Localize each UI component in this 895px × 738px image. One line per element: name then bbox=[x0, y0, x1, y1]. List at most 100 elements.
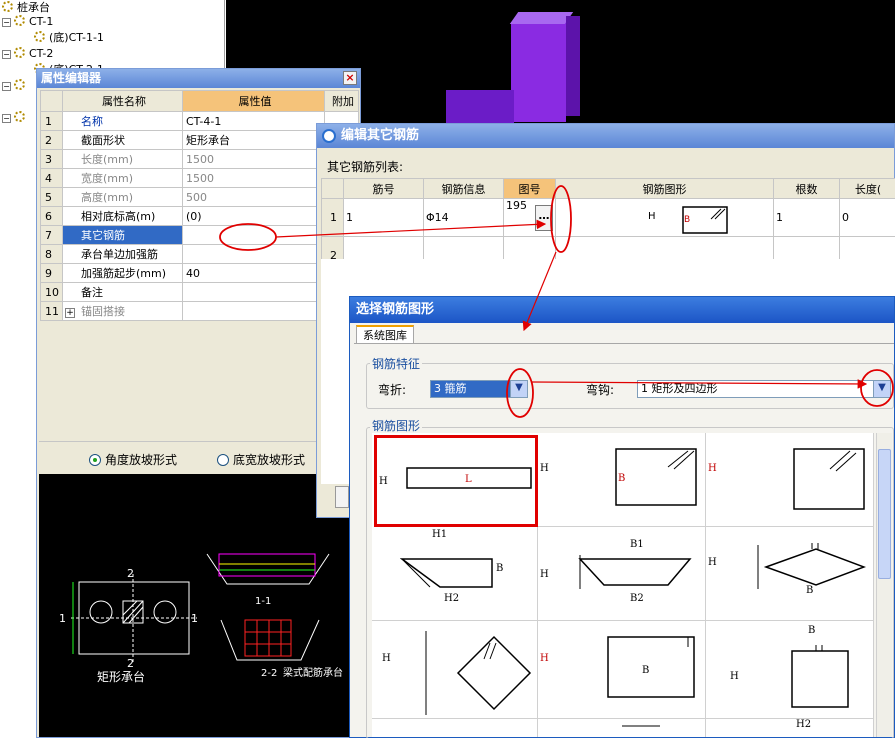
property-value[interactable] bbox=[182, 225, 325, 245]
table-row[interactable]: 1 名称 CT-4-1 bbox=[40, 111, 359, 131]
shape-option-1[interactable]: H L bbox=[374, 435, 538, 527]
hook-select[interactable]: 1 矩形及四边形 ▼ bbox=[637, 380, 891, 398]
drawing-label-beam: 梁式配筋承台 bbox=[283, 666, 343, 679]
component-icon bbox=[14, 79, 25, 90]
collapse-icon[interactable]: − bbox=[2, 82, 11, 91]
shape-option-2[interactable]: H B bbox=[538, 433, 706, 527]
property-name: 相对底标高(m) bbox=[62, 206, 183, 226]
property-name: 名称 bbox=[62, 111, 183, 131]
radio-bottom-width-slope[interactable]: 底宽放坡形式 bbox=[217, 451, 305, 468]
property-editor-titlebar[interactable]: 属性编辑器 × bbox=[37, 69, 360, 88]
property-value[interactable] bbox=[182, 282, 325, 302]
length-cell[interactable]: 0 bbox=[839, 198, 895, 237]
fig-no-cell[interactable]: 195 … bbox=[503, 198, 556, 237]
property-value[interactable] bbox=[182, 244, 325, 264]
app-icon bbox=[322, 129, 336, 143]
bend-select[interactable]: 3 箍筋 ▼ bbox=[430, 380, 528, 398]
table-row-selected[interactable]: 7 其它钢筋 bbox=[40, 225, 359, 245]
dimension-line-icon bbox=[622, 725, 660, 727]
chevron-down-icon[interactable]: ▼ bbox=[510, 381, 527, 397]
radio-unchecked-icon bbox=[217, 454, 229, 466]
section-mark: 2 bbox=[127, 567, 134, 580]
shape-option-7[interactable]: H bbox=[372, 621, 538, 719]
shape-grid-scrollbar[interactable] bbox=[876, 433, 892, 737]
component-icon bbox=[14, 15, 25, 26]
row-number-header bbox=[40, 90, 63, 112]
table-row[interactable]: 4 宽度(mm) 1500 bbox=[40, 168, 359, 188]
col-header-info[interactable]: 钢筋信息 bbox=[423, 178, 504, 199]
table-row[interactable]: 3 长度(mm) 1500 bbox=[40, 149, 359, 169]
col-header-bar-no[interactable]: 筋号 bbox=[343, 178, 424, 199]
bar-no-cell[interactable]: 1 bbox=[343, 198, 424, 237]
tree-item-ct1[interactable]: − CT-1 bbox=[2, 14, 53, 30]
table-row[interactable]: 8 承台单边加强筋 bbox=[40, 244, 359, 264]
property-value[interactable]: (0) bbox=[182, 206, 325, 226]
table-row[interactable]: 6 相对底标高(m) (0) bbox=[40, 206, 359, 226]
property-name: 加强筋起步(mm) bbox=[62, 263, 183, 283]
tree-item-hidden[interactable]: − bbox=[2, 110, 29, 126]
property-name: 高度(mm) bbox=[62, 187, 183, 207]
tree-item-ct2[interactable]: − CT-2 bbox=[2, 46, 53, 62]
col-header-fig-no[interactable]: 图号 bbox=[503, 178, 556, 199]
table-row[interactable]: 10 备注 bbox=[40, 282, 359, 302]
property-value[interactable]: 500 bbox=[182, 187, 325, 207]
col-header-length[interactable]: 长度( bbox=[839, 178, 895, 199]
component-icon bbox=[2, 1, 13, 12]
table-row[interactable]: 2 截面形状 矩形承台 bbox=[40, 130, 359, 150]
stirrup-square-icon bbox=[793, 448, 865, 510]
expand-icon[interactable]: + bbox=[65, 308, 75, 318]
close-button[interactable]: × bbox=[343, 71, 357, 85]
collapse-icon[interactable]: − bbox=[2, 18, 11, 27]
shape-option-12[interactable]: H2 bbox=[706, 719, 874, 737]
3d-bar bbox=[511, 22, 566, 122]
table-row[interactable]: 9 加强筋起步(mm) 40 bbox=[40, 263, 359, 283]
col-header-name[interactable]: 属性名称 bbox=[62, 90, 183, 112]
col-header-shape[interactable]: 钢筋图形 bbox=[555, 178, 774, 199]
collapse-icon[interactable]: − bbox=[2, 50, 11, 59]
shape-cell[interactable]: H B bbox=[555, 198, 774, 237]
component-icon bbox=[14, 111, 25, 122]
shape-option-8[interactable]: H B bbox=[538, 621, 706, 719]
shape-option-9[interactable]: B H bbox=[706, 621, 874, 719]
slope-mode-radio-group: 角度放坡形式 底宽放坡形式 bbox=[39, 441, 357, 471]
shape-option-4[interactable]: H1 B H2 bbox=[372, 527, 538, 621]
bar-info-cell[interactable]: Φ14 bbox=[423, 198, 504, 237]
drawing-label-plan: 矩形承台 bbox=[97, 669, 145, 684]
shape-option-3[interactable]: H bbox=[706, 433, 874, 527]
property-name[interactable]: + 锚固搭接 bbox=[62, 301, 183, 321]
property-value[interactable]: 1500 bbox=[182, 149, 325, 169]
collapse-icon[interactable]: − bbox=[2, 114, 11, 123]
col-header-extra[interactable]: 附加 bbox=[324, 90, 359, 112]
edit-rebar-titlebar[interactable]: 编辑其它钢筋 bbox=[317, 124, 894, 148]
hook-label: 弯钩: bbox=[586, 383, 615, 397]
radio-angle-slope[interactable]: 角度放坡形式 bbox=[89, 451, 177, 468]
shape-option-5[interactable]: B1 H B2 bbox=[538, 527, 706, 621]
count-cell[interactable]: 1 bbox=[773, 198, 840, 237]
section-mark: 1 bbox=[59, 612, 66, 625]
scrollbar-thumb[interactable] bbox=[878, 449, 891, 579]
tree-item-ct1-1[interactable]: (底)CT-1-1 bbox=[34, 30, 104, 46]
col-header-value[interactable]: 属性值 bbox=[182, 90, 325, 112]
property-value[interactable]: CT-4-1 bbox=[182, 111, 325, 131]
property-name: 宽度(mm) bbox=[62, 168, 183, 188]
browse-shape-button[interactable]: … bbox=[535, 205, 553, 231]
shape-option-10[interactable] bbox=[372, 719, 538, 737]
col-header-count[interactable]: 根数 bbox=[773, 178, 840, 199]
dialog-button[interactable] bbox=[335, 486, 349, 508]
select-shape-titlebar[interactable]: 选择钢筋图形 bbox=[350, 297, 894, 323]
property-value[interactable]: 矩形承台 bbox=[182, 130, 325, 150]
table-row[interactable]: 1 1 Φ14 195 … H B 1 0 bbox=[321, 198, 895, 237]
tree-item-hidden[interactable]: − bbox=[2, 78, 29, 94]
component-icon bbox=[34, 31, 45, 42]
property-value[interactable]: 1500 bbox=[182, 168, 325, 188]
drawing-label-section-1: 1-1 bbox=[255, 596, 271, 607]
property-value[interactable]: 40 bbox=[182, 263, 325, 283]
property-value[interactable] bbox=[182, 301, 325, 321]
shape-option-6[interactable]: H B bbox=[706, 527, 874, 621]
table-row[interactable]: 11 + 锚固搭接 bbox=[40, 301, 359, 321]
feature-group-label: 钢筋特征 bbox=[370, 355, 423, 372]
table-row[interactable]: 5 高度(mm) 500 bbox=[40, 187, 359, 207]
shape-option-11[interactable] bbox=[538, 719, 706, 737]
tab-system-library[interactable]: 系统图库 bbox=[356, 325, 414, 343]
chevron-down-icon[interactable]: ▼ bbox=[873, 381, 890, 397]
